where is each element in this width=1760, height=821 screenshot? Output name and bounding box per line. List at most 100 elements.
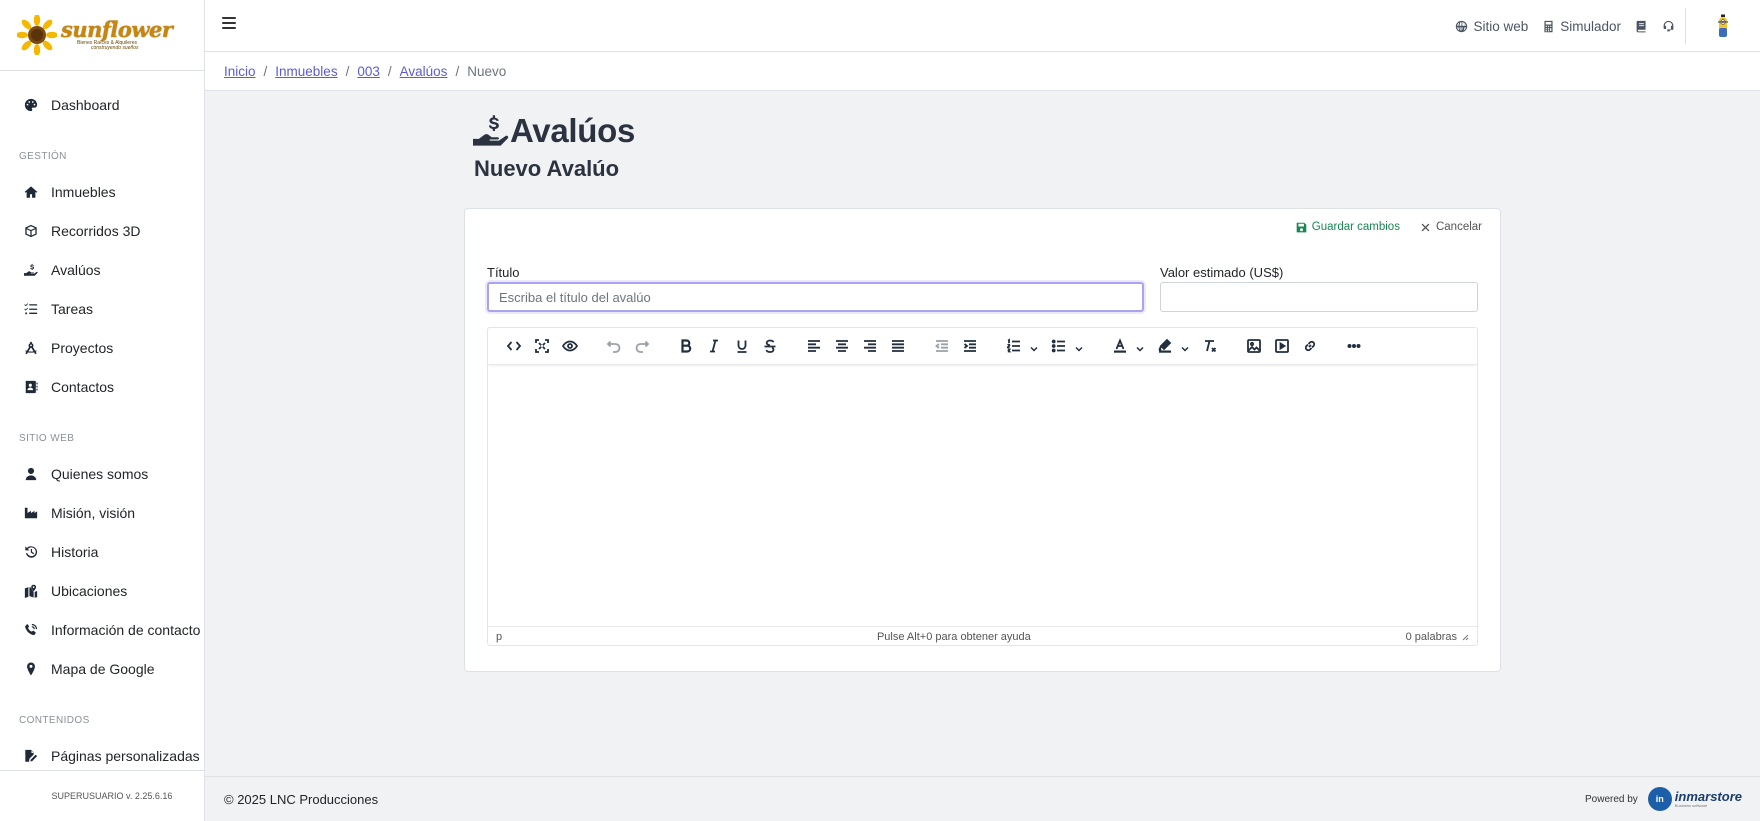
source-code-button[interactable] xyxy=(500,332,528,360)
sidebar-item-quienes-somos[interactable]: Quienes somos xyxy=(0,454,204,493)
sidebar-item-label: Proyectos xyxy=(51,339,114,356)
align-left-button[interactable] xyxy=(800,332,828,360)
titulo-input[interactable] xyxy=(487,282,1144,312)
align-center-icon xyxy=(836,340,848,352)
simulador-link[interactable]: Simulador xyxy=(1542,19,1621,34)
align-justify-button[interactable] xyxy=(884,332,912,360)
insert-link-button[interactable] xyxy=(1296,332,1324,360)
underline-button[interactable] xyxy=(728,332,756,360)
sidebar-item-avaluos[interactable]: Avalúos xyxy=(0,250,204,289)
support-button[interactable] xyxy=(1662,20,1675,33)
editor-help-hint: Pulse Alt+0 para obtener ayuda xyxy=(876,630,1031,643)
breadcrumb-separator: / xyxy=(455,63,460,79)
bold-button[interactable] xyxy=(672,332,700,360)
sidebar-item-label: Información de contacto xyxy=(51,621,201,638)
sidebar-nav: Dashboard GESTIÓN Inmuebles Recorridos 3… xyxy=(0,71,204,775)
sunflower-logo-icon xyxy=(17,15,57,55)
rich-text-editor: p Pulse Alt+0 para obtener ayuda 0 palab… xyxy=(487,327,1478,646)
highlight-color-button[interactable] xyxy=(1151,332,1196,360)
inmarstore-wordmark: inmarstore xyxy=(1674,789,1742,804)
menu-toggle-icon[interactable] xyxy=(222,17,238,33)
avaluo-form-card: Guardar cambios Cancelar Título Valor es… xyxy=(464,208,1501,672)
italic-button[interactable] xyxy=(700,332,728,360)
tasks-icon xyxy=(24,302,38,316)
inmarstore-logo[interactable]: in inmarstore Business software xyxy=(1647,787,1742,811)
undo-button[interactable] xyxy=(600,332,628,360)
sidebar-item-informacion-contacto[interactable]: Información de contacto xyxy=(0,610,204,649)
sidebar-item-tareas[interactable]: Tareas xyxy=(0,289,204,328)
editor-statusbar: p Pulse Alt+0 para obtener ayuda 0 palab… xyxy=(488,626,1477,646)
preview-button[interactable] xyxy=(556,332,584,360)
sidebar-item-mapa-google[interactable]: Mapa de Google xyxy=(0,649,204,688)
chevron-down-icon xyxy=(1181,346,1189,352)
strikethrough-button[interactable] xyxy=(756,332,784,360)
logo-area: sunflower Bienes Raíces & Alquileres con… xyxy=(0,0,204,71)
fullscreen-button[interactable] xyxy=(528,332,556,360)
sidebar-item-mision-vision[interactable]: Misión, visión xyxy=(0,493,204,532)
align-right-button[interactable] xyxy=(856,332,884,360)
breadcrumb-inmuebles[interactable]: Inmuebles xyxy=(275,64,337,79)
address-book-icon xyxy=(24,380,38,394)
breadcrumb-avaluos[interactable]: Avalúos xyxy=(400,64,448,79)
sidebar-item-recorridos-3d[interactable]: Recorridos 3D xyxy=(0,211,204,250)
breadcrumb-inicio[interactable]: Inicio xyxy=(224,64,256,79)
sidebar-item-proyectos[interactable]: Proyectos xyxy=(0,328,204,367)
simulador-label: Simulador xyxy=(1560,18,1621,34)
redo-button[interactable] xyxy=(628,332,656,360)
sidebar-item-label: Dashboard xyxy=(51,96,120,113)
sidebar-item-inmuebles[interactable]: Inmuebles xyxy=(0,172,204,211)
outdent-button[interactable] xyxy=(928,332,956,360)
link-icon xyxy=(1304,340,1316,352)
clear-formatting-button[interactable] xyxy=(1196,332,1224,360)
brand-logo[interactable]: sunflower Bienes Raíces & Alquileres con… xyxy=(17,15,173,55)
more-options-button[interactable] xyxy=(1340,332,1368,360)
sidebar-item-ubicaciones[interactable]: Ubicaciones xyxy=(0,571,204,610)
save-button[interactable]: Guardar cambios xyxy=(1296,221,1400,233)
copyright-text: © 2025 LNC Producciones xyxy=(224,791,379,807)
map-location-icon xyxy=(24,584,38,598)
sitio-web-link[interactable]: Sitio web xyxy=(1455,19,1528,34)
compass-icon xyxy=(24,341,38,355)
sidebar-item-contactos[interactable]: Contactos xyxy=(0,367,204,406)
user-avatar[interactable] xyxy=(1716,14,1730,40)
sidebar-section-contenidos: CONTENIDOS xyxy=(19,715,90,726)
breadcrumb-current: Nuevo xyxy=(467,63,507,79)
align-center-button[interactable] xyxy=(828,332,856,360)
insert-image-button[interactable] xyxy=(1240,332,1268,360)
logo-tagline-2: construyendo sueños xyxy=(91,45,139,51)
industry-icon xyxy=(24,506,38,520)
file-edit-icon xyxy=(24,749,38,763)
numbered-list-button[interactable] xyxy=(1000,332,1045,360)
sidebar-item-label: Recorridos 3D xyxy=(51,222,141,239)
sidebar-item-label: Avalúos xyxy=(51,261,101,278)
topbar: Sitio web Simulador xyxy=(205,0,1760,52)
cube-icon xyxy=(24,224,38,238)
valor-estimado-input[interactable] xyxy=(1160,282,1478,312)
hand-dollar-icon xyxy=(24,263,38,277)
close-icon xyxy=(1421,223,1430,231)
element-path[interactable]: p xyxy=(496,631,502,643)
underline-icon xyxy=(737,340,747,353)
clear-formatting-icon xyxy=(1205,340,1217,353)
eye-icon xyxy=(562,340,578,352)
strikethrough-icon xyxy=(764,339,776,353)
valor-estimado-label: Valor estimado (US$) xyxy=(1160,265,1284,280)
breadcrumb-separator: / xyxy=(345,63,350,79)
form-actions: Guardar cambios Cancelar xyxy=(1296,221,1482,233)
word-count[interactable]: 0 palabras xyxy=(1406,631,1457,643)
breadcrumb-inmueble-003[interactable]: 003 xyxy=(357,64,380,79)
text-color-button[interactable] xyxy=(1106,332,1151,360)
powered-by-label: Powered by xyxy=(1584,793,1638,805)
sidebar-item-dashboard[interactable]: Dashboard xyxy=(0,85,204,124)
indent-icon xyxy=(963,340,976,352)
indent-button[interactable] xyxy=(956,332,984,360)
resize-handle-icon[interactable] xyxy=(1461,633,1469,641)
insert-media-button[interactable] xyxy=(1268,332,1296,360)
chevron-down-icon xyxy=(1030,346,1038,352)
bullet-list-button[interactable] xyxy=(1045,332,1090,360)
docs-button[interactable] xyxy=(1635,20,1648,33)
sidebar-item-historia[interactable]: Historia xyxy=(0,532,204,571)
media-icon xyxy=(1275,339,1289,353)
editor-content-area[interactable] xyxy=(488,365,1477,626)
cancel-button[interactable]: Cancelar xyxy=(1420,221,1482,233)
